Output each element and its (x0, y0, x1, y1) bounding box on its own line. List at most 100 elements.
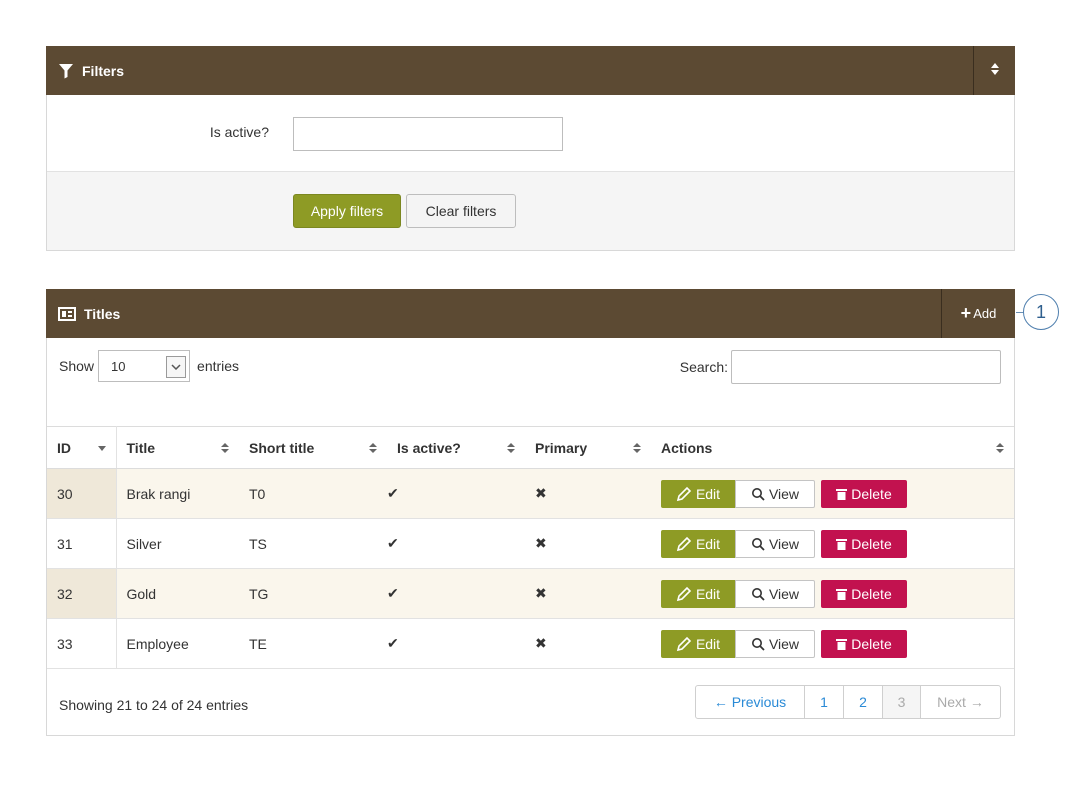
entries-label: entries (197, 358, 240, 374)
is-active-cell: ✔ (387, 618, 525, 669)
sort-caret-icon (990, 62, 1000, 79)
title-cell: Gold (116, 568, 239, 619)
short-title-cell: TS (239, 518, 387, 569)
edit-button[interactable]: Edit (661, 479, 735, 508)
check-icon: ✔ (387, 635, 399, 651)
is-active-cell: ✔ (387, 568, 525, 619)
titles-panel: Titles + Add Show 10 entries Search: ID (46, 289, 1015, 736)
delete-label: Delete (851, 535, 892, 552)
filters-header: Filters (46, 46, 1015, 95)
page-2-button[interactable]: 2 (843, 686, 882, 718)
delete-label: Delete (851, 635, 892, 652)
table-info: Showing 21 to 24 of 24 entries (59, 697, 249, 713)
column-header-short-title[interactable]: Short title (239, 426, 387, 469)
search-input[interactable] (731, 350, 1001, 384)
short-title-cell: TE (239, 618, 387, 669)
next-page-button: Next → (920, 686, 1000, 718)
delete-label: Delete (851, 485, 892, 502)
short-title-cell: TG (239, 568, 387, 619)
delete-button[interactable]: Delete (821, 479, 907, 508)
search-icon (751, 637, 765, 651)
delete-button[interactable]: Delete (821, 629, 907, 658)
view-button[interactable]: View (735, 479, 815, 508)
primary-cell: ✖ (525, 568, 651, 619)
previous-page-button[interactable]: ← Previous (696, 686, 804, 718)
column-header-label: ID (57, 439, 71, 456)
apply-filters-button[interactable]: Apply filters (293, 194, 401, 228)
is-active-input[interactable] (293, 117, 563, 151)
filters-title: Filters (82, 62, 125, 79)
title-cell: Brak rangi (116, 468, 239, 519)
view-button[interactable]: View (735, 629, 815, 658)
add-button[interactable]: + Add (941, 289, 1015, 338)
column-header-label: Primary (535, 439, 588, 456)
filter-row: Is active? (47, 95, 1014, 172)
delete-label: Delete (851, 585, 892, 602)
show-label: Show (59, 358, 95, 374)
edit-button[interactable]: Edit (661, 629, 735, 658)
check-icon: ✔ (387, 585, 399, 601)
pencil-icon (676, 636, 692, 651)
clear-filters-button[interactable]: Clear filters (406, 194, 516, 228)
trash-icon (836, 488, 848, 500)
search-control: Search: (680, 350, 1001, 384)
column-header-id[interactable]: ID (47, 426, 117, 469)
primary-cell: ✖ (525, 518, 651, 569)
table-row: 31 Silver TS ✔ ✖ Edit View Delete (47, 518, 1014, 569)
edit-label: Edit (695, 485, 721, 502)
trash-icon (836, 588, 848, 600)
filters-panel: Filters Is active? Apply filters Clear f… (46, 46, 1015, 251)
cross-icon: ✖ (535, 635, 547, 651)
search-icon (751, 587, 765, 601)
column-header-is-active[interactable]: Is active? (387, 426, 525, 469)
id-card-icon (58, 306, 76, 321)
title-cell: Employee (116, 618, 239, 669)
short-title-cell: T0 (239, 468, 387, 519)
plus-icon: + (960, 303, 972, 323)
table-row: 32 Gold TG ✔ ✖ Edit View Delete (47, 568, 1014, 619)
id-cell: 33 (47, 618, 117, 669)
id-cell: 30 (47, 468, 117, 519)
search-icon (751, 487, 765, 501)
delete-button[interactable]: Delete (821, 579, 907, 608)
page-1-button[interactable]: 1 (804, 686, 843, 718)
page-length-value: 10 (111, 358, 126, 374)
actions-cell: Edit View Delete (651, 568, 1014, 619)
table-row: 30 Brak rangi T0 ✔ ✖ Edit View Delete (47, 468, 1014, 519)
cross-icon: ✖ (535, 535, 547, 551)
sort-desc-icon (97, 441, 106, 457)
column-header-primary[interactable]: Primary (525, 426, 651, 469)
pagination: ← Previous 1 2 3 Next → (695, 685, 1001, 719)
id-cell: 31 (47, 518, 117, 569)
collapse-toggle[interactable] (973, 46, 1015, 95)
column-header-actions[interactable]: Actions (651, 426, 1014, 469)
edit-button[interactable]: Edit (661, 579, 735, 608)
filter-actions: Apply filters Clear filters (47, 172, 1014, 250)
pencil-icon (676, 486, 692, 501)
cross-icon: ✖ (535, 585, 547, 601)
view-label: View (768, 485, 800, 502)
chevron-down-icon (166, 356, 187, 378)
table-header-row: ID Title Short title Is active? Primary (47, 426, 1014, 469)
titles-table: ID Title Short title Is active? Primary (47, 426, 1014, 669)
column-header-label: Is active? (397, 439, 461, 456)
primary-cell: ✖ (525, 618, 651, 669)
edit-button[interactable]: Edit (661, 529, 735, 558)
edit-label: Edit (695, 535, 721, 552)
sort-icon (221, 441, 229, 457)
view-button[interactable]: View (735, 529, 815, 558)
actions-cell: Edit View Delete (651, 518, 1014, 569)
delete-button[interactable]: Delete (821, 529, 907, 558)
view-button[interactable]: View (735, 579, 815, 608)
add-label: Add (973, 306, 997, 321)
is-active-label: Is active? (209, 124, 269, 140)
is-active-cell: ✔ (387, 468, 525, 519)
column-header-label: Actions (661, 439, 713, 456)
column-header-title[interactable]: Title (116, 426, 239, 469)
title-cell: Silver (116, 518, 239, 569)
page-length-select[interactable]: 10 (98, 350, 191, 382)
titles-header: Titles + Add (46, 289, 1015, 338)
id-cell: 32 (47, 568, 117, 619)
table-row: 33 Employee TE ✔ ✖ Edit View Delete (47, 618, 1014, 669)
trash-icon (836, 638, 848, 650)
